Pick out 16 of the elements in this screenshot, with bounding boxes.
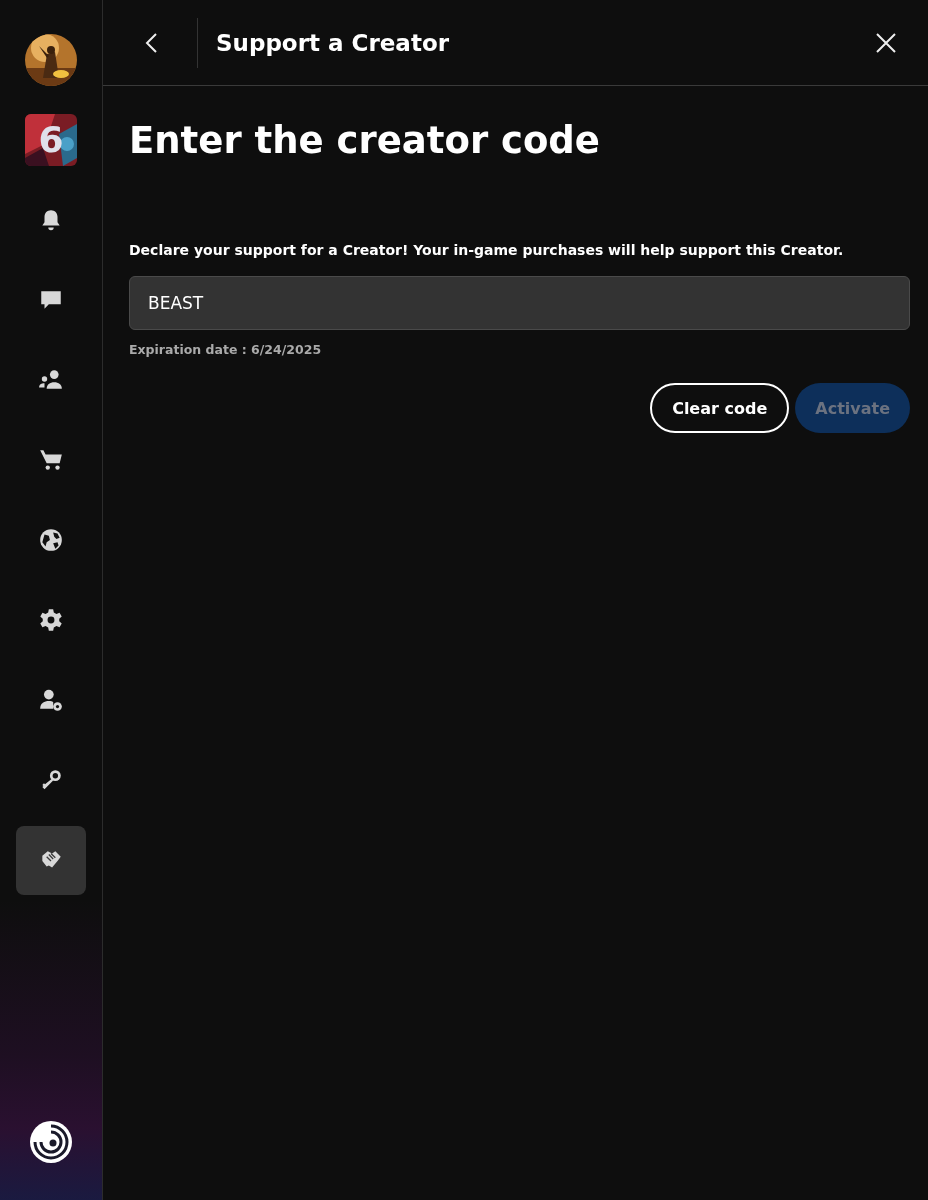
game-logo: 6 [38, 120, 64, 160]
swirl-logo-icon[interactable] [29, 1120, 73, 1164]
game-tile[interactable]: 6 [25, 114, 77, 166]
clear-button[interactable]: Clear code [650, 383, 790, 433]
cart-icon [38, 447, 64, 473]
close-button[interactable] [874, 30, 898, 55]
expiration-date: Expiration date : 6/24/2025 [129, 342, 323, 357]
nav-button[interactable] [16, 825, 86, 895]
user-gear-icon [38, 687, 64, 713]
description: Declare your support for a Creator! Your in-game purchases will help support this Creator. [129, 242, 845, 258]
page-title: Support a Creator [216, 29, 451, 56]
globe-icon [38, 527, 64, 553]
settings-icon [38, 607, 64, 633]
code-field[interactable]: BEAST [129, 276, 910, 330]
close-icon [874, 30, 898, 55]
heading: Enter the creator code [129, 118, 601, 164]
